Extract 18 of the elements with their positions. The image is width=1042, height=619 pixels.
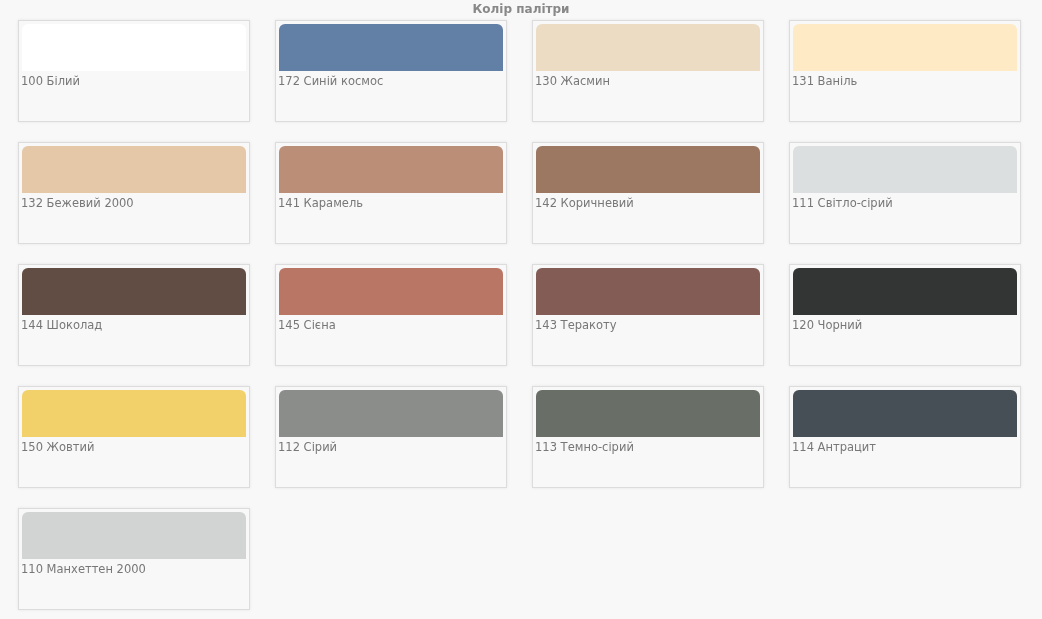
color-label: 114 Антрацит bbox=[792, 440, 878, 454]
color-label: 141 Карамель bbox=[278, 196, 365, 210]
color-label: 172 Синій космос bbox=[278, 74, 385, 88]
color-label: 110 Манхеттен 2000 bbox=[21, 562, 147, 576]
color-label: 100 Білий bbox=[21, 74, 81, 88]
color-label: 112 Сірий bbox=[278, 440, 339, 454]
color-label: 143 Теракоту bbox=[535, 318, 618, 332]
color-label: 145 Сієна bbox=[278, 318, 337, 332]
color-label: 132 Бежевий 2000 bbox=[21, 196, 135, 210]
color-label: 142 Коричневий bbox=[535, 196, 635, 210]
color-label: 131 Ваніль bbox=[792, 74, 859, 88]
palette-title: Колір палітри bbox=[471, 1, 571, 18]
color-label: 120 Чорний bbox=[792, 318, 864, 332]
color-label: 144 Шоколад bbox=[21, 318, 104, 332]
color-label: 113 Темно-сірий bbox=[535, 440, 635, 454]
color-label: 150 Жовтий bbox=[21, 440, 96, 454]
color-label: 130 Жасмин bbox=[535, 74, 612, 88]
color-label: 111 Світло-сірий bbox=[792, 196, 894, 210]
